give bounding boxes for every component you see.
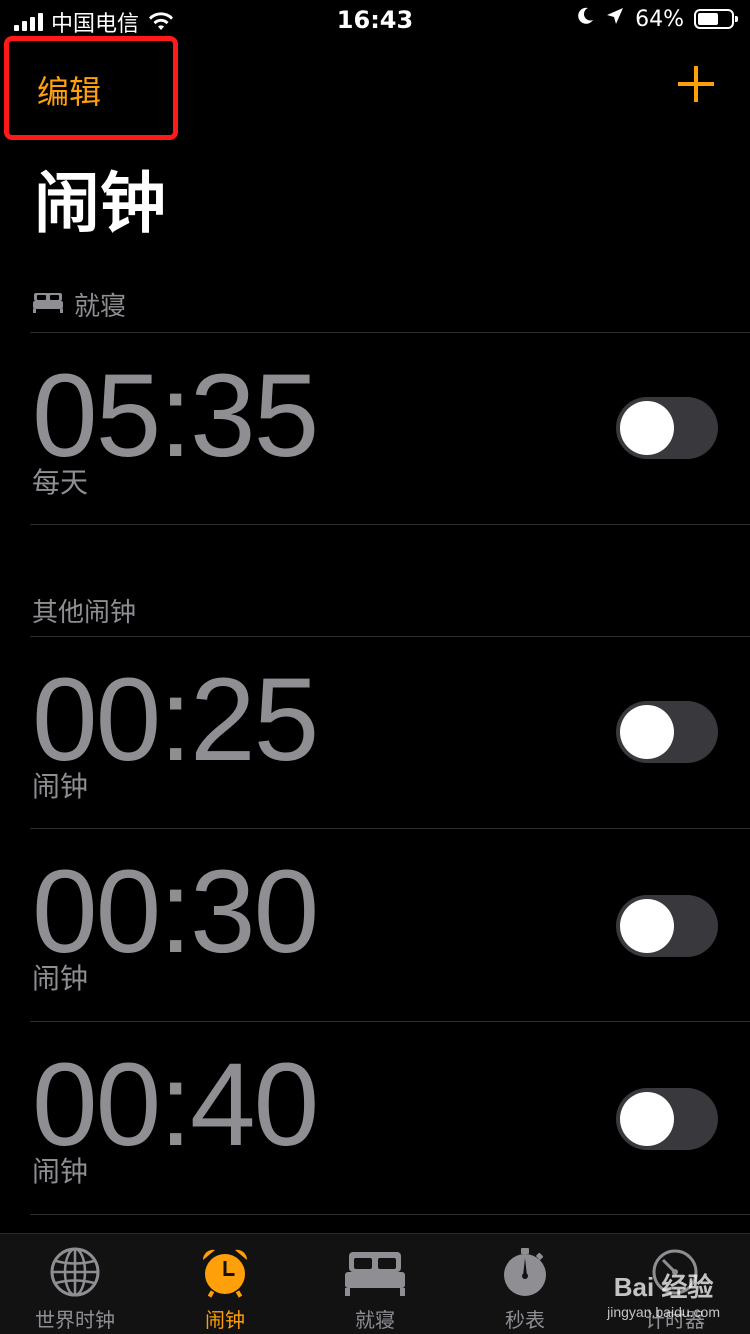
alarm-toggle[interactable] (616, 1088, 718, 1150)
tab-label: 秒表 (505, 1308, 545, 1332)
section-header-bedtime: 就寝 (32, 286, 126, 323)
alarm-toggle[interactable] (616, 397, 718, 459)
globe-icon (50, 1247, 100, 1297)
plus-icon (678, 66, 714, 102)
alarm-time: 00:25 (32, 654, 319, 786)
tab-stopwatch[interactable]: 秒表 (450, 1234, 600, 1334)
section-header-label: 其他闹钟 (32, 598, 137, 628)
location-arrow-icon (605, 6, 625, 32)
alarm-label: 闹钟 (32, 1155, 89, 1188)
alarm-time: 00:40 (32, 1039, 319, 1171)
moon-icon (575, 6, 595, 32)
alarm-label: 每天 (32, 466, 89, 499)
edit-button[interactable]: 编辑 (4, 36, 178, 140)
divider (30, 524, 750, 525)
status-right: 64% (575, 6, 738, 32)
bed-icon (32, 290, 64, 320)
alarm-toggle[interactable] (616, 895, 718, 957)
bed-icon (345, 1252, 405, 1296)
alarm-time: 05:35 (32, 350, 319, 482)
tab-alarm[interactable]: 闹钟 (150, 1234, 300, 1334)
toggle-knob (620, 401, 674, 455)
alarm-label: 闹钟 (32, 962, 89, 995)
battery-icon (694, 9, 738, 29)
alarm-toggle[interactable] (616, 701, 718, 763)
edit-label: 编辑 (37, 73, 102, 111)
add-alarm-button[interactable] (672, 60, 720, 108)
alarm-row[interactable]: 00:25 闹钟 (30, 637, 750, 827)
alarm-row[interactable]: 00:30 闹钟 (30, 829, 750, 1021)
alarm-time: 00:30 (32, 846, 319, 978)
alarm-row[interactable]: 00:40 闹钟 (30, 1022, 750, 1214)
alarm-label: 闹钟 (32, 770, 89, 803)
alarm-clock-icon (202, 1249, 248, 1298)
status-bar: 中国电信 16:43 64% (0, 0, 750, 40)
toggle-knob (620, 705, 674, 759)
tab-label: 就寝 (355, 1308, 395, 1332)
watermark-url: jingyan.baidu.com (607, 1304, 720, 1320)
baidu-watermark: Bai 经验 jingyan.baidu.com (607, 1267, 720, 1320)
tab-bedtime[interactable]: 就寝 (300, 1234, 450, 1334)
stopwatch-icon (504, 1248, 546, 1296)
battery-percent: 64% (635, 6, 684, 32)
tab-label: 世界时钟 (35, 1308, 115, 1332)
alarm-row-bedtime[interactable]: 05:35 每天 (30, 333, 750, 523)
tab-label: 闹钟 (205, 1308, 245, 1332)
battery-fill (698, 13, 718, 25)
toggle-knob (620, 1092, 674, 1146)
toggle-knob (620, 899, 674, 953)
page-title: 闹钟 (34, 165, 166, 242)
divider (30, 1214, 750, 1215)
section-header-other: 其他闹钟 (32, 592, 136, 629)
watermark-logo: Bai 经验 (613, 1272, 714, 1302)
tab-world-clock[interactable]: 世界时钟 (0, 1234, 150, 1334)
section-header-label: 就寝 (74, 292, 127, 322)
